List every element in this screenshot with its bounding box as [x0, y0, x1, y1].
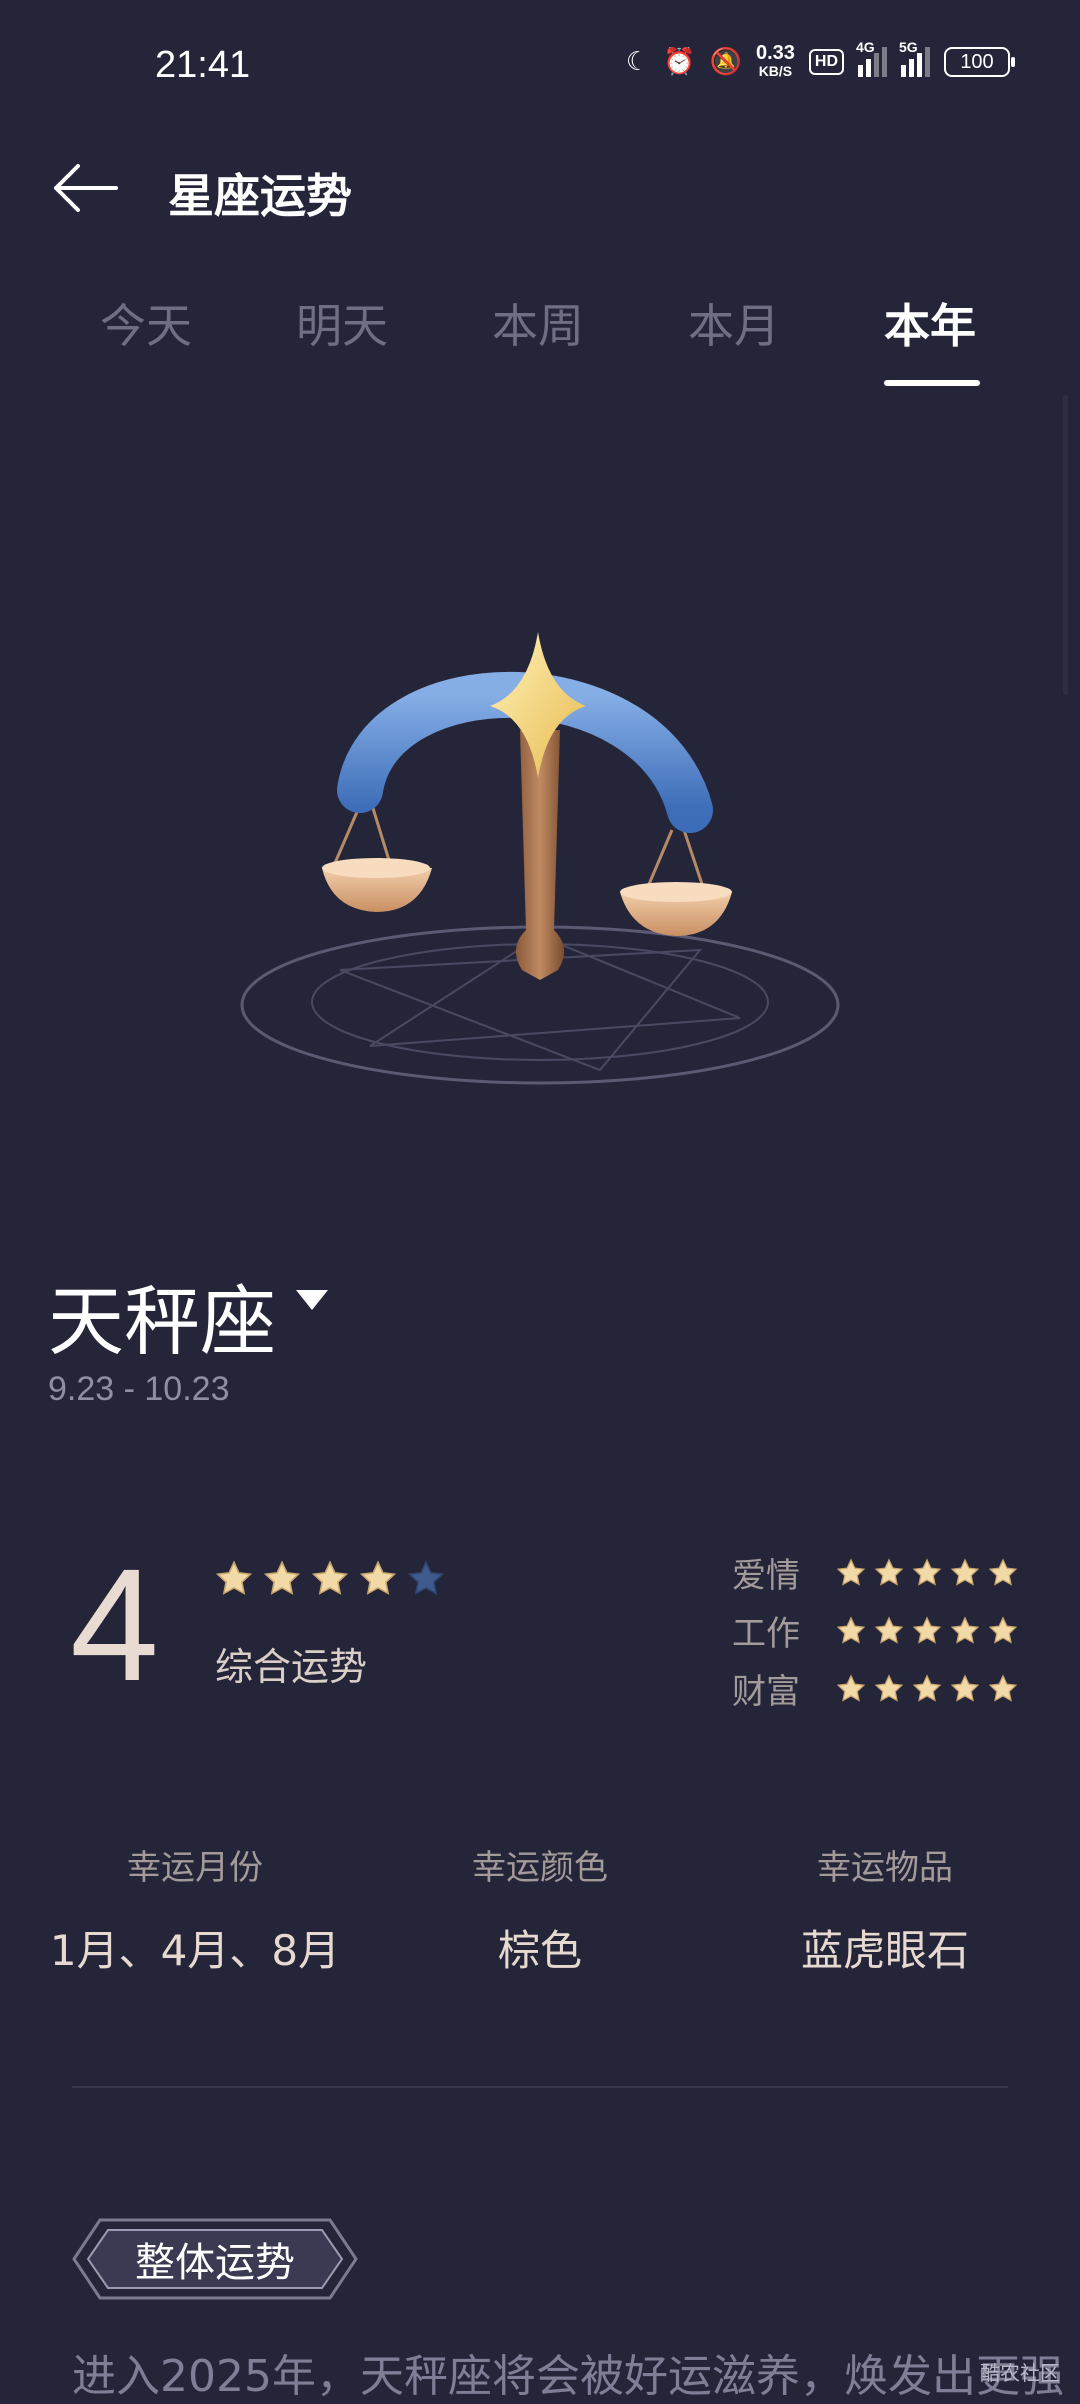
love-label: 爱情	[732, 1556, 800, 1596]
section-title: 整体运势	[135, 2240, 295, 2286]
back-arrow-icon	[54, 164, 118, 212]
lucky-color-value: 棕色	[497, 1926, 582, 1975]
tab-this-year[interactable]: 本年	[884, 290, 976, 356]
tab-today[interactable]: 今天	[100, 290, 192, 356]
lucky-month-label: 幸运月份	[127, 1848, 263, 1888]
love-rating-row: 爱情	[732, 1548, 1018, 1597]
section-divider	[72, 2086, 1008, 2088]
work-rating-row: 工作	[732, 1606, 1018, 1655]
overall-rating-stars	[215, 1560, 445, 1598]
zodiac-date-range: 9.23 - 10.23	[48, 1370, 230, 1408]
status-time: 21:41	[155, 44, 251, 86]
star-filled-icon	[215, 1560, 253, 1595]
work-label: 工作	[732, 1614, 800, 1654]
lucky-color-label: 幸运颜色	[472, 1848, 608, 1888]
battery-icon: 100	[944, 47, 1015, 77]
star-filled-icon	[912, 1615, 942, 1644]
star-filled-icon	[912, 1557, 942, 1586]
wealth-rating-stars	[836, 1673, 1018, 1704]
dropdown-arrow-icon[interactable]	[296, 1290, 328, 1310]
star-filled-icon	[836, 1673, 866, 1702]
star-filled-icon	[874, 1557, 904, 1586]
net-speed-unit: KB/S	[758, 63, 793, 79]
moon-icon: ☾	[625, 47, 650, 77]
fortune-body-text: 进入2025年，天秤座将会被好运滋养，焕发出更强	[72, 2351, 1064, 2402]
wealth-label: 财富	[732, 1672, 800, 1712]
status-bar: 21:41 ☾ ⏰ 🔕 0.33 KB/S HD 4G 5G 100	[0, 0, 1080, 130]
lucky-item: 幸运物品 蓝虎眼石	[705, 1840, 1065, 1978]
overall-fortune-section-badge: 整体运势	[70, 2214, 360, 2304]
page-title: 星座运势	[168, 169, 352, 223]
lucky-item-value: 蓝虎眼石	[800, 1926, 969, 1975]
lucky-month-value: 1月、4月、8月	[49, 1926, 341, 1975]
active-tab-indicator	[884, 380, 980, 386]
love-rating-stars	[836, 1557, 1018, 1588]
signal-5g-icon: 5G	[899, 39, 930, 77]
libra-scales-illustration	[240, 632, 840, 1085]
tab-tomorrow[interactable]: 明天	[296, 290, 388, 356]
tab-this-month[interactable]: 本月	[688, 290, 780, 356]
back-button[interactable]	[50, 158, 120, 218]
hd-voice-icon: HD	[808, 49, 844, 75]
star-filled-icon	[988, 1557, 1018, 1586]
period-tabs: 今天 明天 本周 本月 本年	[0, 290, 1080, 390]
signal-4g-label: 4G	[856, 39, 875, 55]
alarm-icon: ⏰	[663, 47, 696, 77]
star-filled-icon	[950, 1615, 980, 1644]
overall-fortune-label: 综合运势	[215, 1645, 368, 1689]
star-filled-icon	[988, 1673, 1018, 1702]
star-filled-icon	[874, 1615, 904, 1644]
star-empty-icon	[407, 1560, 445, 1595]
lucky-item-label: 幸运物品	[817, 1848, 953, 1888]
zodiac-sign-name[interactable]: 天秤座	[48, 1260, 276, 1370]
signal-5g-label: 5G	[899, 39, 918, 55]
overall-score: 4	[70, 1535, 159, 1714]
star-filled-icon	[912, 1673, 942, 1702]
star-filled-icon	[950, 1557, 980, 1586]
wealth-rating-row: 财富	[732, 1664, 1018, 1713]
star-filled-icon	[359, 1560, 397, 1595]
tab-this-week[interactable]: 本周	[492, 290, 584, 356]
app-header: 星座运势	[0, 140, 1080, 240]
scrollbar[interactable]	[1063, 395, 1068, 695]
lucky-month: 幸运月份 1月、4月、8月	[15, 1840, 375, 1978]
mute-bell-icon: 🔕	[709, 47, 742, 77]
watermark: 酷农社区	[980, 2361, 1060, 2385]
net-speed-value: 0.33	[755, 42, 795, 64]
status-icons: ☾ ⏰ 🔕 0.33 KB/S HD 4G 5G 100	[625, 39, 1015, 80]
star-filled-icon	[950, 1673, 980, 1702]
lucky-color: 幸运颜色 棕色	[360, 1840, 720, 1978]
net-speed: 0.33 KB/S	[755, 42, 795, 80]
signal-4g-icon: 4G	[856, 39, 887, 77]
star-filled-icon	[988, 1615, 1018, 1644]
star-filled-icon	[311, 1560, 349, 1595]
work-rating-stars	[836, 1615, 1018, 1646]
star-filled-icon	[874, 1673, 904, 1702]
star-filled-icon	[263, 1560, 301, 1595]
star-filled-icon	[836, 1615, 866, 1644]
star-filled-icon	[836, 1557, 866, 1586]
